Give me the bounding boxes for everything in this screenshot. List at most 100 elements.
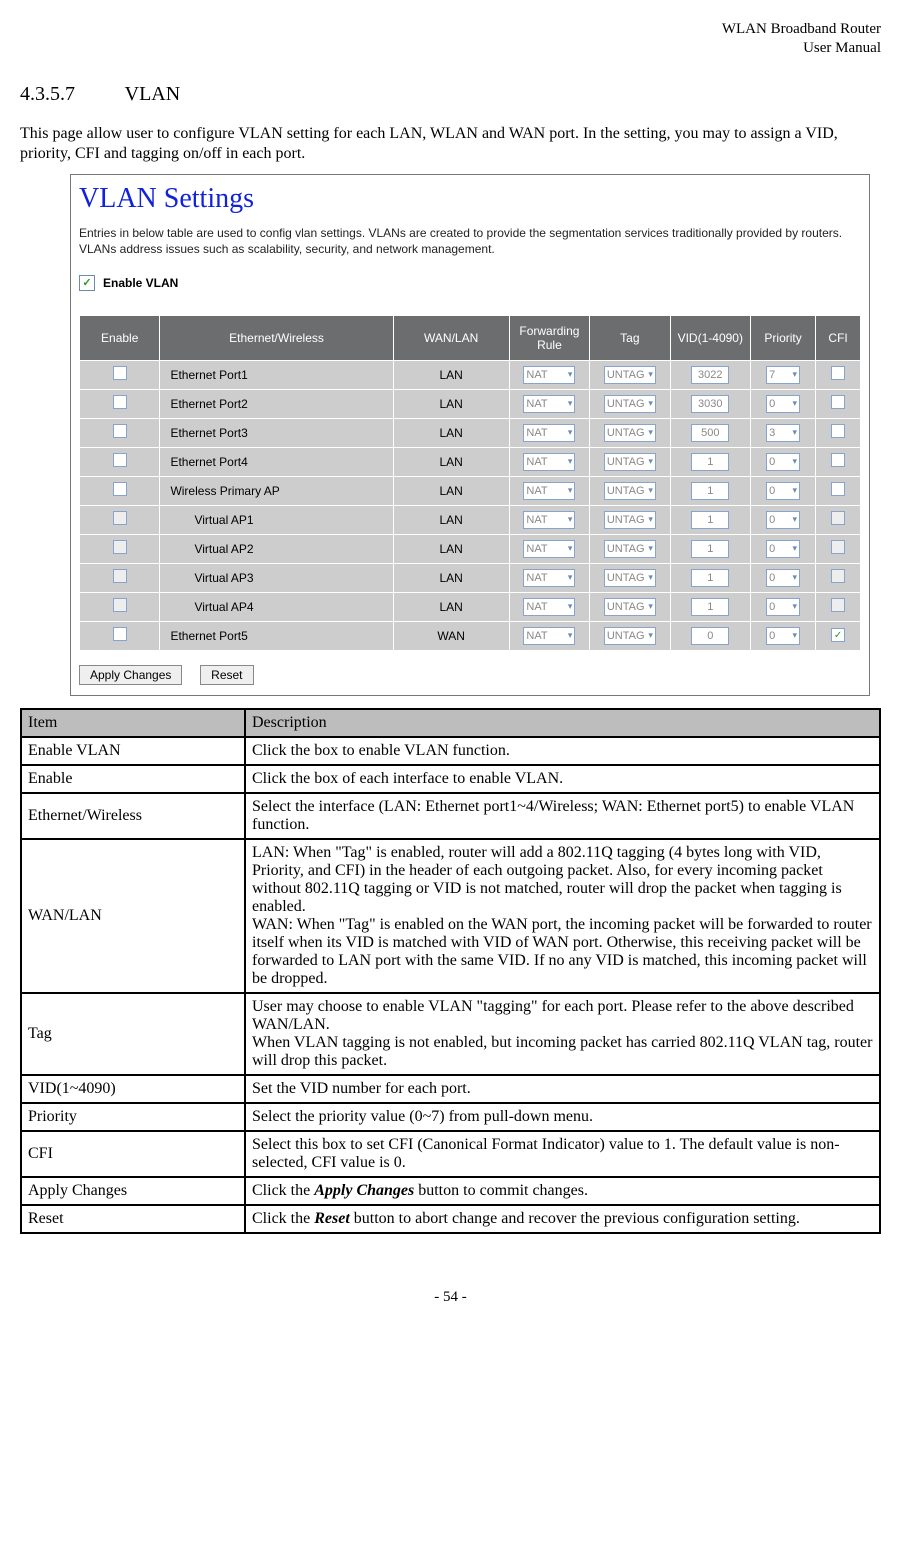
cfi-checkbox[interactable] [831,540,845,554]
chevron-down-icon: ▾ [568,485,573,496]
row-interface-name: Ethernet Port5 [160,621,393,650]
cfi-checkbox[interactable] [831,395,845,409]
chevron-down-icon: ▾ [648,543,653,554]
cfi-checkbox[interactable] [831,511,845,525]
table-row: Ethernet Port5WANNAT▾UNTAG▾00▾ [80,621,861,650]
enable-vlan-checkbox[interactable] [79,275,95,291]
cfi-checkbox[interactable] [831,628,845,642]
header-line2: User Manual [803,40,881,56]
row-enable-checkbox[interactable] [113,366,127,380]
priority-select[interactable]: 0▾ [766,511,800,529]
desc-text: Click the Reset button to abort change a… [245,1205,880,1233]
table-row: Virtual AP2LANNAT▾UNTAG▾10▾ [80,534,861,563]
forwarding-rule-select[interactable]: NAT▾ [523,540,575,558]
desc-item: Enable [21,765,245,793]
row-enable-checkbox[interactable] [113,482,127,496]
priority-select[interactable]: 7▾ [766,366,800,384]
forwarding-rule-select[interactable]: NAT▾ [523,627,575,645]
row-enable-checkbox[interactable] [113,453,127,467]
forwarding-rule-select[interactable]: NAT▾ [523,482,575,500]
priority-select[interactable]: 0▾ [766,540,800,558]
row-wanlan: LAN [393,505,509,534]
table-row: Ethernet/WirelessSelect the interface (L… [21,793,880,839]
vid-input[interactable]: 1 [691,511,729,529]
priority-select[interactable]: 0▾ [766,627,800,645]
col-enable: Enable [80,315,160,360]
cfi-checkbox[interactable] [831,482,845,496]
priority-select[interactable]: 3▾ [766,424,800,442]
vid-input[interactable]: 1 [691,569,729,587]
cfi-checkbox[interactable] [831,453,845,467]
row-enable-checkbox[interactable] [113,511,127,525]
row-enable-checkbox[interactable] [113,598,127,612]
desc-item: Priority [21,1103,245,1131]
vid-input[interactable]: 1 [691,482,729,500]
row-wanlan: LAN [393,447,509,476]
vid-input[interactable]: 1 [691,453,729,471]
forwarding-rule-select[interactable]: NAT▾ [523,569,575,587]
row-interface-name: Virtual AP3 [160,563,393,592]
forwarding-rule-select[interactable]: NAT▾ [523,453,575,471]
chevron-down-icon: ▾ [648,572,653,583]
table-row: CFISelect this box to set CFI (Canonical… [21,1131,880,1177]
desc-text: Click the box to enable VLAN function. [245,737,880,765]
desc-text: Select the interface (LAN: Ethernet port… [245,793,880,839]
row-wanlan: LAN [393,360,509,389]
enable-vlan-label: Enable VLAN [103,276,178,290]
tag-select[interactable]: UNTAG▾ [604,424,656,442]
cfi-checkbox[interactable] [831,424,845,438]
vid-input[interactable]: 1 [691,598,729,616]
tag-select[interactable]: UNTAG▾ [604,598,656,616]
cfi-checkbox[interactable] [831,569,845,583]
forwarding-rule-select[interactable]: NAT▾ [523,511,575,529]
vid-input[interactable]: 3030 [691,395,729,413]
desc-item: Enable VLAN [21,737,245,765]
tag-select[interactable]: UNTAG▾ [604,511,656,529]
tag-select[interactable]: UNTAG▾ [604,569,656,587]
table-row: Ethernet Port3LANNAT▾UNTAG▾5003▾ [80,418,861,447]
tag-select[interactable]: UNTAG▾ [604,540,656,558]
table-row: Enable VLANClick the box to enable VLAN … [21,737,880,765]
row-enable-checkbox[interactable] [113,569,127,583]
table-row: ResetClick the Reset button to abort cha… [21,1205,880,1233]
priority-select[interactable]: 0▾ [766,482,800,500]
row-interface-name: Wireless Primary AP [160,476,393,505]
row-enable-checkbox[interactable] [113,540,127,554]
vid-input[interactable]: 1 [691,540,729,558]
tag-select[interactable]: UNTAG▾ [604,482,656,500]
row-enable-checkbox[interactable] [113,627,127,641]
vid-input[interactable]: 500 [691,424,729,442]
apply-changes-button[interactable]: Apply Changes [79,665,182,685]
row-enable-checkbox[interactable] [113,424,127,438]
forwarding-rule-select[interactable]: NAT▾ [523,424,575,442]
cfi-checkbox[interactable] [831,366,845,380]
priority-select[interactable]: 0▾ [766,598,800,616]
row-enable-checkbox[interactable] [113,395,127,409]
tag-select[interactable]: UNTAG▾ [604,453,656,471]
table-row: PrioritySelect the priority value (0~7) … [21,1103,880,1131]
table-row: Wireless Primary APLANNAT▾UNTAG▾10▾ [80,476,861,505]
forwarding-rule-select[interactable]: NAT▾ [523,395,575,413]
table-row: VID(1~4090)Set the VID number for each p… [21,1075,880,1103]
col-tag: Tag [590,315,670,360]
vid-input[interactable]: 0 [691,627,729,645]
cfi-checkbox[interactable] [831,598,845,612]
tag-select[interactable]: UNTAG▾ [604,627,656,645]
priority-select[interactable]: 0▾ [766,569,800,587]
reset-button[interactable]: Reset [200,665,253,685]
chevron-down-icon: ▾ [568,572,573,583]
forwarding-rule-select[interactable]: NAT▾ [523,366,575,384]
chevron-down-icon: ▾ [648,427,653,438]
tag-select[interactable]: UNTAG▾ [604,395,656,413]
priority-select[interactable]: 0▾ [766,395,800,413]
row-interface-name: Ethernet Port4 [160,447,393,476]
tag-select[interactable]: UNTAG▾ [604,366,656,384]
section-number: 4.3.5.7 [20,83,75,105]
priority-select[interactable]: 0▾ [766,453,800,471]
desc-text: Select the priority value (0~7) from pul… [245,1103,880,1131]
forwarding-rule-select[interactable]: NAT▾ [523,598,575,616]
vid-input[interactable]: 3022 [691,366,729,384]
chevron-down-icon: ▾ [793,456,798,467]
row-interface-name: Ethernet Port3 [160,418,393,447]
desc-head-item: Item [21,709,245,737]
